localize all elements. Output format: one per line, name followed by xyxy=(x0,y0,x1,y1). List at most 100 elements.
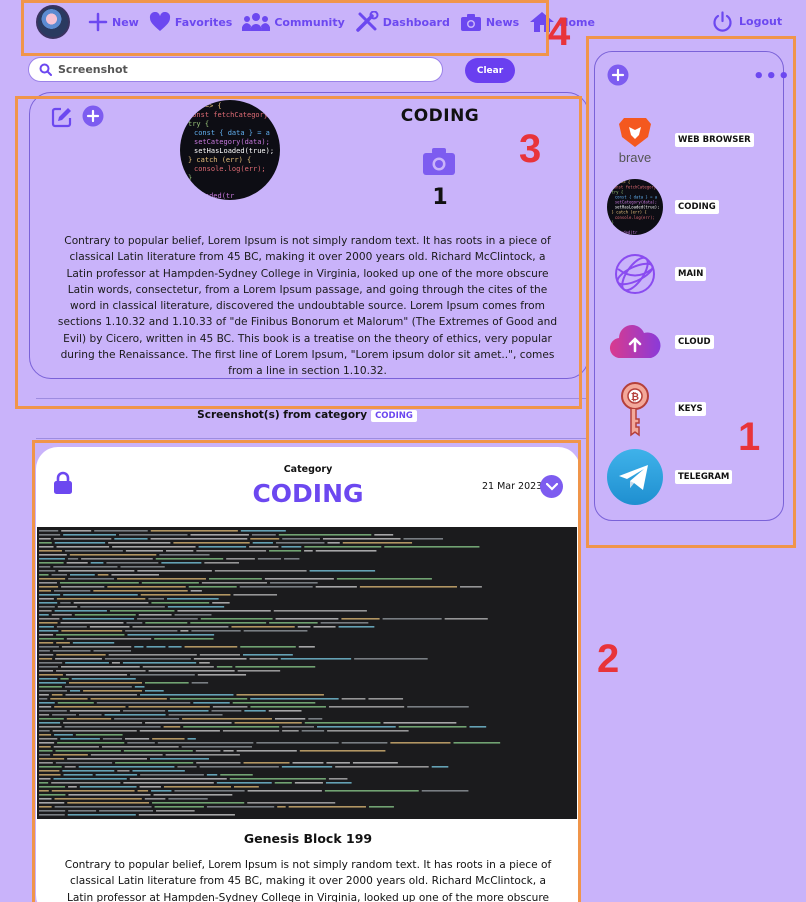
log-text-segment xyxy=(237,670,281,672)
log-text-segment xyxy=(214,570,307,572)
log-text-segment xyxy=(39,606,55,608)
log-text-segment xyxy=(64,550,123,552)
sidebar-item-cloud[interactable]: CLOUD xyxy=(605,312,775,372)
sidebar-item-label: CODING xyxy=(675,200,719,214)
top-nav: New Favorites Community Dashboard News H… xyxy=(36,5,605,39)
log-text-segment xyxy=(268,710,302,712)
log-text-segment xyxy=(39,642,54,644)
log-text-segment xyxy=(137,790,149,792)
log-text-segment xyxy=(199,662,210,664)
log-text-segment xyxy=(66,562,88,564)
chevron-down-icon xyxy=(545,482,558,491)
screenshots-from-category: Screenshot(s) from category CODING xyxy=(0,409,614,422)
edit-icon[interactable] xyxy=(51,106,73,128)
category-tag[interactable]: CODING xyxy=(371,410,417,422)
log-text-segment xyxy=(71,678,136,680)
log-text-segment xyxy=(126,622,143,624)
search-input[interactable] xyxy=(58,63,428,76)
log-text-segment xyxy=(39,578,66,580)
more-options-icon[interactable]: ••• xyxy=(753,66,791,87)
log-text-segment xyxy=(301,730,325,732)
log-text-segment xyxy=(108,542,171,544)
log-text-segment xyxy=(65,694,138,696)
log-text-segment xyxy=(62,770,115,772)
log-text-segment xyxy=(39,706,52,708)
log-text-segment xyxy=(304,722,381,724)
log-text-segment xyxy=(39,746,51,748)
log-text-segment xyxy=(132,626,229,628)
log-text-segment xyxy=(444,618,488,620)
log-text-segment xyxy=(153,794,233,796)
log-text-segment xyxy=(167,598,219,600)
nav-community[interactable]: Community xyxy=(242,12,345,32)
expand-button[interactable] xyxy=(540,475,563,498)
sidebar-item-coding[interactable]: (() => {const fetchCategory try {const { … xyxy=(605,177,775,237)
log-text-segment xyxy=(39,758,65,760)
log-text-segment xyxy=(304,546,382,548)
code-line: asLoaded(tr xyxy=(611,230,638,235)
nav-news[interactable]: News xyxy=(460,12,519,32)
avatar[interactable] xyxy=(36,5,70,39)
add-circle-icon[interactable] xyxy=(82,105,104,127)
log-text-segment xyxy=(39,722,61,724)
log-text-segment xyxy=(69,554,157,556)
log-text-segment xyxy=(129,778,227,780)
log-text-segment xyxy=(157,742,254,744)
log-text-segment xyxy=(90,562,104,564)
nav-favorites[interactable]: Favorites xyxy=(149,12,232,32)
log-text-segment xyxy=(244,710,266,712)
log-text-segment xyxy=(352,762,398,764)
log-text-segment xyxy=(150,530,238,532)
logout-button[interactable]: Logout xyxy=(712,11,782,32)
nav-new-label: New xyxy=(112,15,139,29)
nav-new[interactable]: New xyxy=(88,12,139,32)
log-text-segment xyxy=(190,590,202,592)
log-text-segment xyxy=(39,630,59,632)
log-text-segment xyxy=(39,766,62,768)
sidebar-item-web-browser[interactable]: brave WEB BROWSER xyxy=(605,110,775,170)
log-text-segment xyxy=(111,662,120,664)
log-text-segment xyxy=(39,674,63,676)
log-text-segment xyxy=(39,762,53,764)
log-text-segment xyxy=(125,738,150,740)
log-text-segment xyxy=(281,766,333,768)
divider xyxy=(36,398,586,399)
code-line: setCategory(data); xyxy=(194,138,270,146)
log-text-segment xyxy=(250,698,339,700)
log-text-segment xyxy=(256,742,339,744)
log-text-segment xyxy=(66,638,152,640)
log-text-segment xyxy=(150,538,248,540)
log-text-segment xyxy=(39,626,54,628)
log-text-segment xyxy=(39,754,51,756)
log-text-segment xyxy=(54,798,142,800)
log-text-segment xyxy=(94,530,148,532)
log-text-segment xyxy=(174,790,245,792)
clear-button[interactable]: Clear xyxy=(465,58,515,83)
log-text-segment xyxy=(273,610,367,612)
log-text-segment xyxy=(73,602,149,604)
code-line: const fetchCategory xyxy=(188,111,268,119)
nav-dashboard[interactable]: Dashboard xyxy=(355,11,450,33)
log-text-segment xyxy=(249,546,279,548)
log-text-segment xyxy=(61,530,92,532)
screenshot-image[interactable] xyxy=(37,527,577,819)
log-text-segment xyxy=(148,670,235,672)
log-text-segment xyxy=(169,698,248,700)
log-text-segment xyxy=(39,662,63,664)
log-text-segment xyxy=(247,790,322,792)
log-text-segment xyxy=(39,702,55,704)
log-text-segment xyxy=(335,766,429,768)
log-text-segment xyxy=(80,606,165,608)
nav-community-label: Community xyxy=(274,15,345,29)
log-text-segment xyxy=(79,714,102,716)
sidebar-item-main[interactable]: MAIN xyxy=(605,244,775,304)
log-text-segment xyxy=(231,626,295,628)
annotation-number-4: 4 xyxy=(548,10,571,54)
nav-favorites-label: Favorites xyxy=(174,15,233,29)
log-text-segment xyxy=(229,778,326,780)
code-line: try { xyxy=(188,120,209,128)
add-category-icon[interactable] xyxy=(607,64,629,86)
log-text-segment xyxy=(83,690,142,692)
log-text-segment xyxy=(111,574,159,576)
log-text-segment xyxy=(278,534,372,536)
